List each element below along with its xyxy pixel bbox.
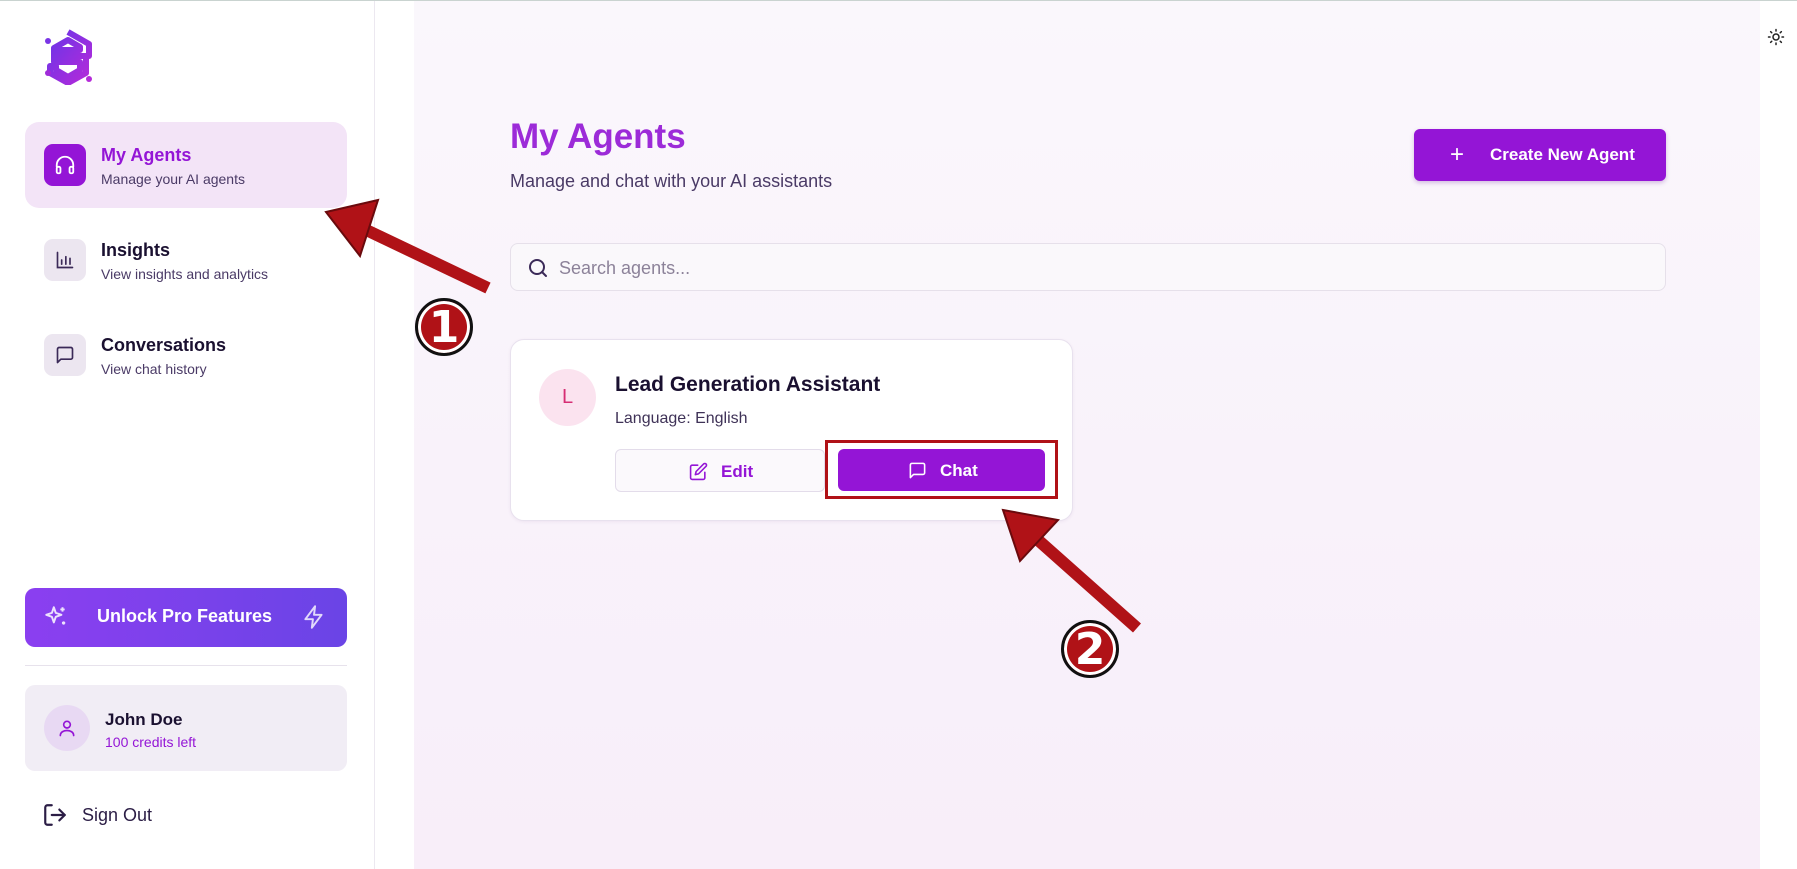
headphones-icon (44, 144, 86, 186)
sidebar-item-subtitle: View insights and analytics (101, 266, 269, 282)
sidebar-item-insights[interactable]: Insights View insights and analytics (25, 217, 347, 303)
search-icon (529, 259, 547, 277)
sidebar: My Agents Manage your AI agents Insights… (0, 1, 375, 869)
log-out-icon (44, 804, 66, 826)
sidebar-item-title: My Agents (101, 145, 192, 165)
create-new-agent-label: Create New Agent (1490, 145, 1635, 164)
search-input[interactable] (557, 254, 1641, 282)
sun-icon[interactable] (1767, 28, 1785, 46)
step-badge-2: 2 (1061, 620, 1119, 678)
sidebar-item-title: Insights (101, 240, 171, 260)
step-badge-1: 1 (415, 298, 473, 356)
sparkles-icon (45, 606, 66, 625)
unlock-pro-label: Unlock Pro Features (97, 606, 273, 626)
edit-agent-button[interactable]: Edit (615, 449, 825, 492)
sidebar-item-subtitle: View chat history (101, 361, 207, 377)
sidebar-item-my-agents[interactable]: My Agents Manage your AI agents (25, 122, 347, 208)
user-profile-card[interactable]: John Doe 100 credits left (25, 685, 347, 771)
edit-label: Edit (721, 462, 754, 481)
sidebar-item-conversations[interactable]: Conversations View chat history (25, 312, 347, 398)
app-logo[interactable] (42, 29, 94, 85)
user-avatar-icon (44, 705, 90, 751)
unlock-pro-button[interactable]: Unlock Pro Features (25, 588, 347, 647)
user-name: John Doe (105, 710, 183, 729)
chat-highlight-box (825, 440, 1058, 499)
sidebar-divider (25, 665, 347, 666)
sign-out-button[interactable]: Sign Out (42, 801, 152, 829)
create-new-agent-button[interactable]: + Create New Agent (1414, 129, 1666, 181)
sidebar-item-subtitle: Manage your AI agents (101, 171, 245, 187)
lightning-icon (304, 605, 323, 629)
plus-icon: + (1450, 141, 1465, 168)
agent-language: Language: English (615, 410, 748, 427)
sidebar-item-title: Conversations (101, 335, 227, 355)
agent-avatar: L (539, 369, 596, 426)
page-subtitle: Manage and chat with your AI assistants (510, 171, 833, 191)
search-bar (510, 243, 1666, 291)
message-square-icon (44, 334, 86, 376)
agent-name: Lead Generation Assistant (615, 373, 881, 396)
edit-icon (689, 462, 708, 481)
bar-chart-icon (44, 239, 86, 281)
page-title: My Agents (510, 117, 686, 156)
sign-out-label: Sign Out (82, 804, 153, 825)
user-credits: 100 credits left (105, 734, 197, 750)
